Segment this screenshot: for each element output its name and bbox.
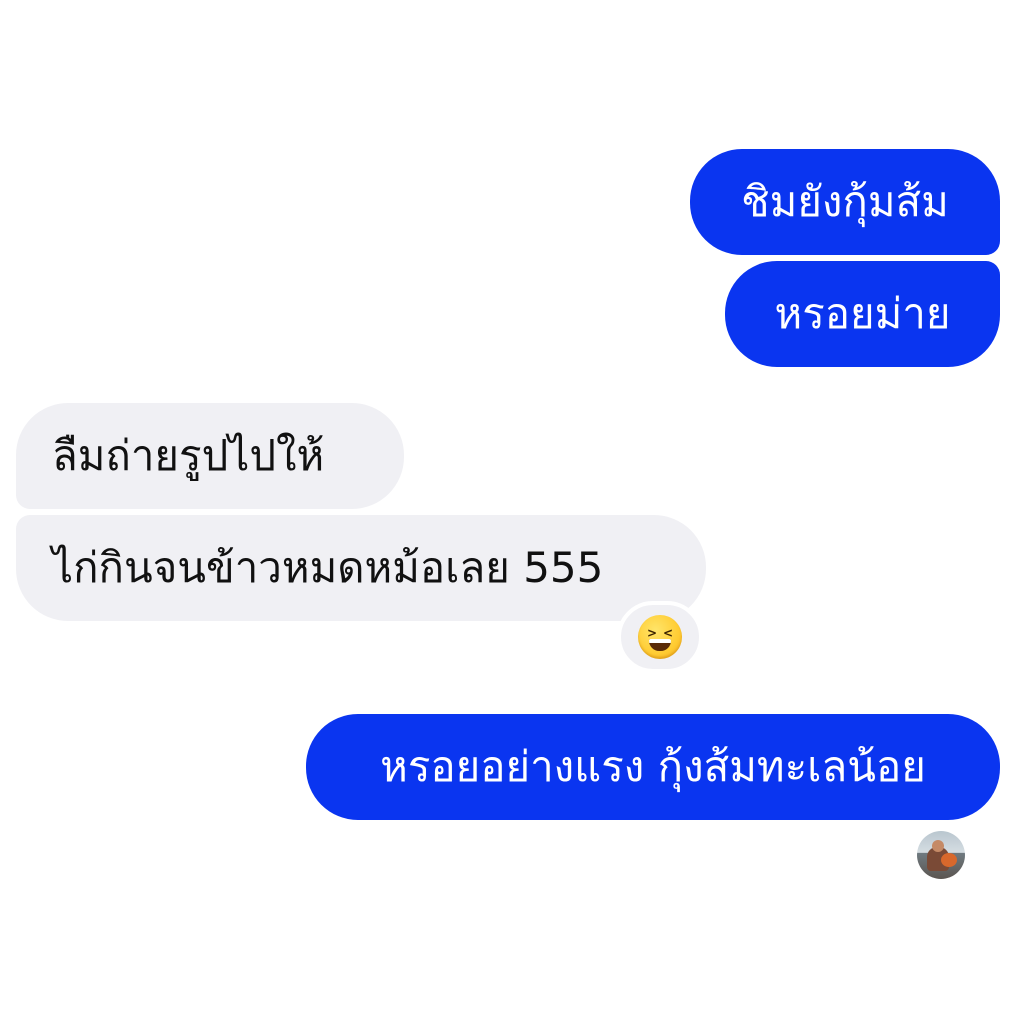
outgoing-message-bubble[interactable]: หรอยอย่างแรง กุ้งส้มทะเลน้อย <box>306 714 1000 820</box>
incoming-message-bubble[interactable]: ลืมถ่ายรูปไปให้ <box>16 403 404 509</box>
outgoing-message-bubble[interactable]: ชิมยังกุ้มส้ม <box>690 149 1000 255</box>
message-text: ลืมถ่ายรูปไปให้ <box>52 431 325 480</box>
message-text: หรอยอย่างแรง กุ้งส้มทะเลน้อย <box>380 742 926 791</box>
incoming-message-bubble[interactable]: ไก่กินจนข้าวหมดหม้อเลย 555 <box>16 515 706 621</box>
message-text: ชิมยังกุ้มส้ม <box>741 177 949 226</box>
message-text: หรอยม่าย <box>774 289 951 338</box>
message-reaction[interactable]: > < <box>617 601 703 673</box>
laughing-squint-emoji-icon: > < <box>638 615 682 659</box>
outgoing-message-bubble[interactable]: หรอยม่าย <box>725 261 1000 367</box>
message-text: ไก่กินจนข้าวหมดหม้อเลย 555 <box>52 543 604 592</box>
seen-avatar-icon <box>917 831 965 879</box>
